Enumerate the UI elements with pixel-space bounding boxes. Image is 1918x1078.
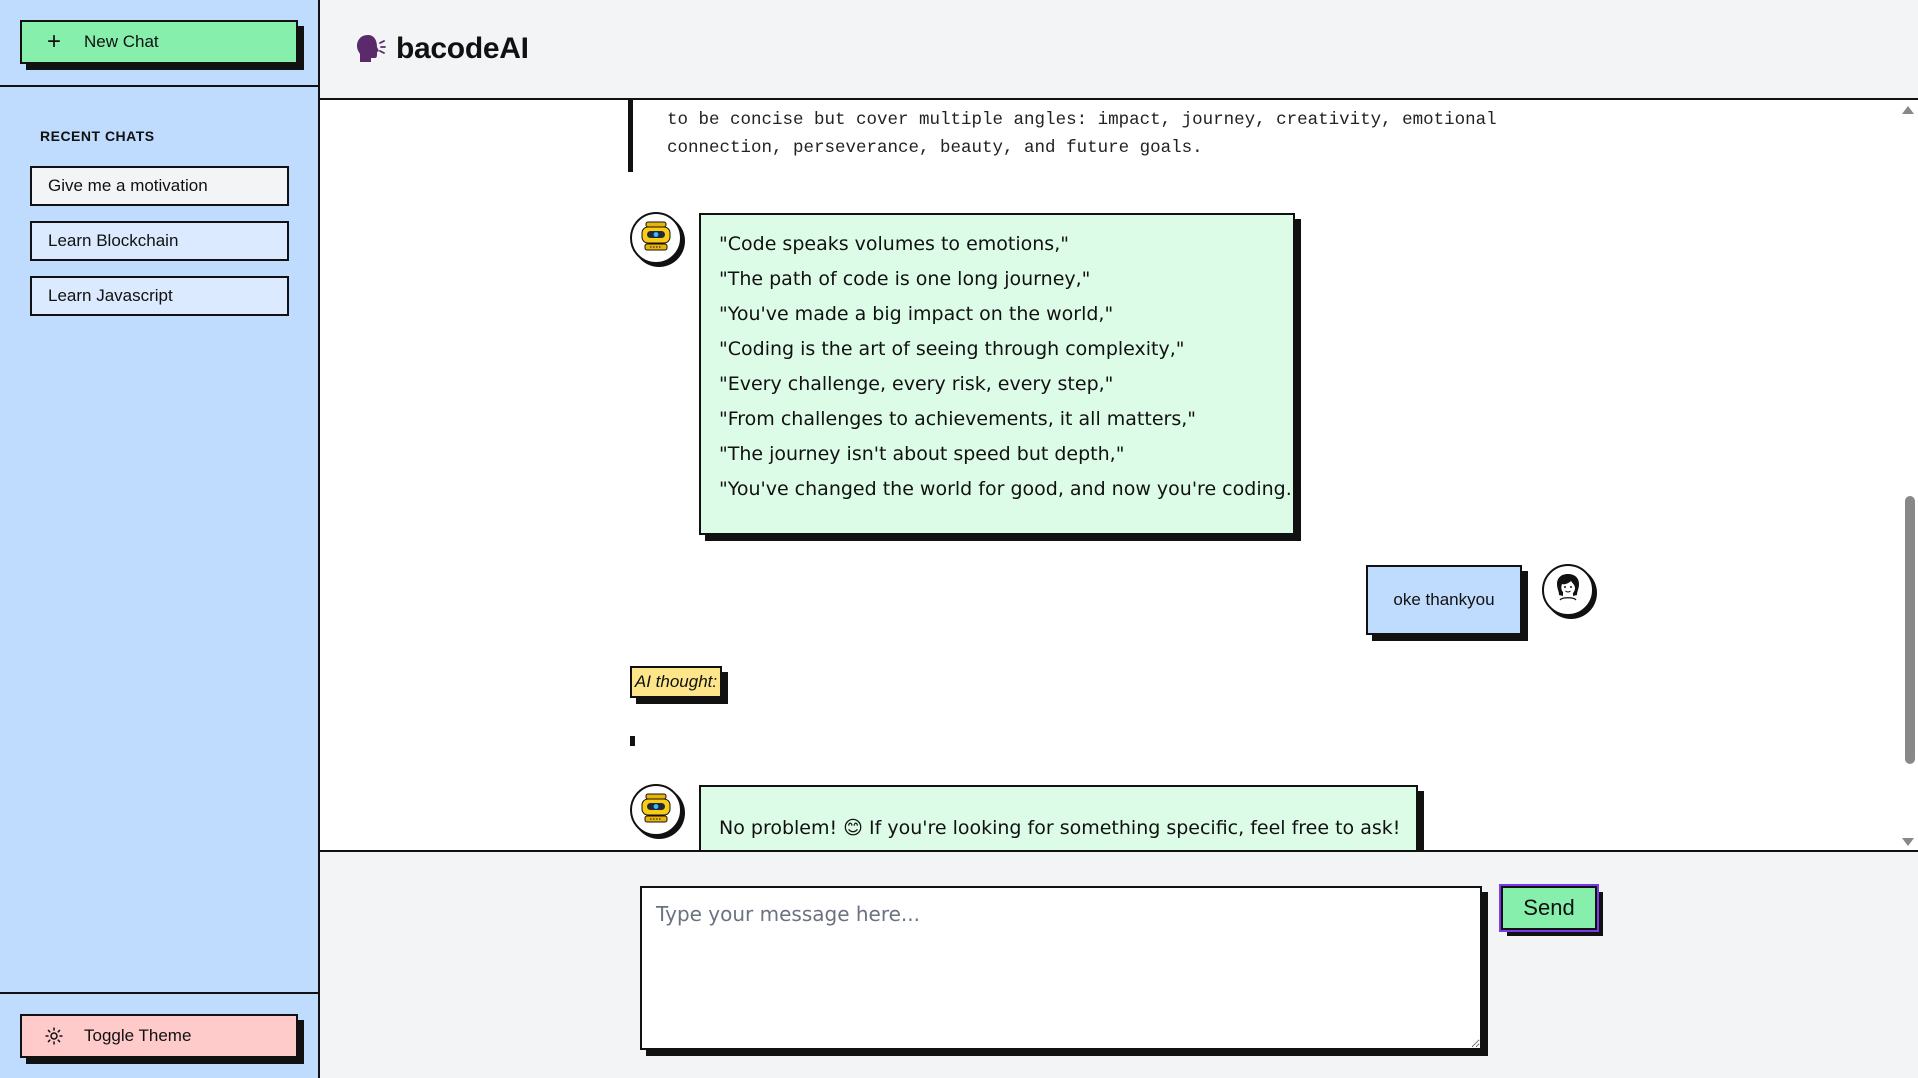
sidebar-bottom: Toggle Theme: [0, 992, 318, 1078]
scroll-up-arrow-icon[interactable]: [1902, 106, 1914, 114]
ai-avatar: [630, 212, 682, 264]
message-input[interactable]: [640, 886, 1482, 1050]
chat-item-label: Learn Javascript: [48, 286, 173, 305]
user-message-bubble: oke thankyou: [1366, 565, 1522, 635]
quote-line: "The path of code is one long journey,": [719, 268, 1091, 290]
recent-chat-list: Give me a motivation Learn Blockchain Le…: [30, 166, 289, 331]
user-message-text: oke thankyou: [1393, 590, 1495, 609]
quote-line: "Code speaks volumes to emotions,": [719, 233, 1069, 255]
ai-message-bubble: "Code speaks volumes to emotions," "The …: [699, 213, 1301, 535]
sun-icon: [44, 1026, 64, 1046]
quote-line: "From challenges to achievements, it all…: [719, 408, 1197, 430]
robot-icon: [638, 790, 674, 831]
ai-avatar: [630, 784, 682, 836]
scroll-thumb[interactable]: [1905, 496, 1915, 764]
app-header: bacodeAI: [320, 0, 1918, 100]
chat-item-learn-javascript[interactable]: Learn Javascript: [30, 276, 289, 316]
chat-item-label: Give me a motivation: [48, 176, 208, 195]
ai-thought-tag: AI thought:: [630, 666, 722, 698]
ai-thought-label: AI thought:: [634, 672, 718, 691]
sidebar: + New Chat RECENT CHATS Give me a motiva…: [0, 0, 320, 1078]
new-chat-button[interactable]: + New Chat: [20, 20, 298, 64]
plus-icon: +: [46, 28, 61, 55]
toggle-theme-label: Toggle Theme: [84, 1026, 192, 1045]
chat-item-learn-blockchain[interactable]: Learn Blockchain: [30, 221, 289, 261]
thought-line: connection, perseverance, beauty, and fu…: [667, 138, 1203, 158]
scroll-down-arrow-icon[interactable]: [1902, 838, 1914, 846]
send-button[interactable]: Send: [1499, 884, 1599, 932]
quote-line: "You've made a big impact on the world,": [719, 303, 1114, 325]
robot-icon: [638, 218, 674, 259]
quote-line: "You've changed the world for good, and …: [719, 478, 1301, 500]
user-face-icon: [1550, 570, 1586, 611]
quote-line: "The journey isn't about speed but depth…: [719, 443, 1125, 465]
quote-line: "Coding is the art of seeing through com…: [719, 338, 1185, 360]
composer: Send: [320, 854, 1918, 1078]
new-chat-label: New Chat: [84, 32, 159, 51]
chat-item-label: Learn Blockchain: [48, 231, 179, 250]
toggle-theme-button[interactable]: Toggle Theme: [20, 1014, 298, 1058]
thought-line: to be concise but cover multiple angles:…: [667, 110, 1497, 130]
recent-chats-heading: RECENT CHATS: [40, 128, 155, 144]
quote-line: "Every challenge, every risk, every step…: [719, 373, 1114, 395]
sidebar-top: + New Chat: [0, 0, 318, 87]
brand-name: bacodeAI: [396, 32, 529, 65]
ai-thought-text: ▬ ▬▬▬▬▬ ▬▬▬▬ ▬▬▬▬▬▬ ▬▬▬▬▬▬▬▬▬▬ ▬▬▬▬▬ ▬▬▬…: [628, 100, 1558, 172]
chat-item-give-me-a-motivation[interactable]: Give me a motivation: [30, 166, 289, 206]
thought-cursor: [630, 736, 635, 746]
speaking-head-icon: [354, 32, 388, 66]
send-label: Send: [1523, 895, 1575, 920]
ai-reply-text: No problem! 😊 If you're looking for some…: [719, 817, 1401, 839]
message-list: ▬ ▬▬▬▬▬ ▬▬▬▬ ▬▬▬▬▬▬ ▬▬▬▬▬▬▬▬▬▬ ▬▬▬▬▬ ▬▬▬…: [320, 100, 1918, 852]
message-scrollbar[interactable]: [1900, 100, 1918, 850]
user-avatar: [1542, 564, 1594, 616]
ai-message-bubble: No problem! 😊 If you're looking for some…: [699, 785, 1418, 850]
